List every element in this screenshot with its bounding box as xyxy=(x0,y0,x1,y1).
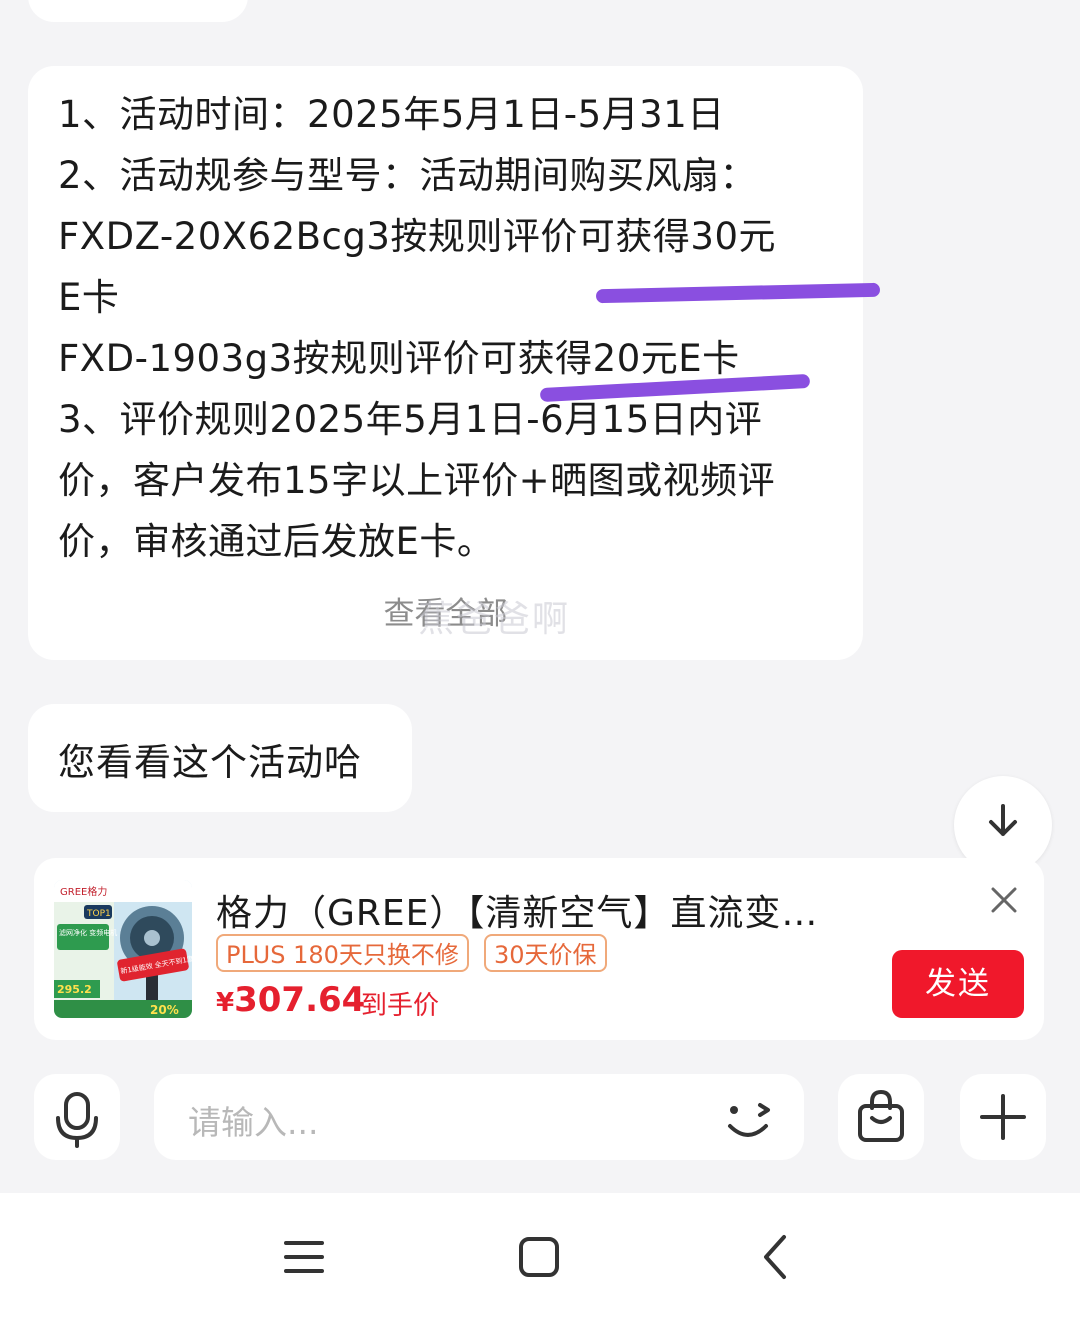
home-square-icon xyxy=(519,1237,559,1277)
plus-icon xyxy=(980,1094,1026,1140)
plus-guarantee-tag: PLUS 180天只换不修 xyxy=(216,934,469,972)
price-label: 到手价 xyxy=(361,991,440,1021)
voice-input-button[interactable] xyxy=(34,1074,120,1160)
thumb-percent: 20% xyxy=(150,1003,179,1017)
send-button[interactable]: 发送 xyxy=(892,950,1024,1018)
message-line: 3、评价规则2025年5月1日-6月15日内评 xyxy=(58,398,763,441)
product-thumbnail: GREE格力 TOP1 滤网净化 变频电机 新1级能效 全天不到1度电 295.… xyxy=(54,880,192,1018)
plus-button[interactable] xyxy=(960,1074,1046,1160)
emoji-button[interactable] xyxy=(720,1088,780,1148)
message-input[interactable]: 请输入... xyxy=(154,1074,804,1160)
system-nav-bar xyxy=(0,1193,1080,1324)
price-symbol: ¥ xyxy=(216,988,235,1018)
message-line: 价，审核通过后发放E卡。 xyxy=(58,520,495,563)
nav-home-button[interactable] xyxy=(510,1227,570,1287)
menu-icon xyxy=(284,1241,324,1273)
close-icon xyxy=(991,887,1017,913)
product-card[interactable]: GREE格力 TOP1 滤网净化 变频电机 新1级能效 全天不到1度电 295.… xyxy=(34,858,1044,1040)
nav-back-button[interactable] xyxy=(746,1227,806,1287)
nav-menu-button[interactable] xyxy=(274,1227,334,1287)
price-protect-tag: 30天价保 xyxy=(484,934,607,972)
watermark: 蕉爸爸啊 xyxy=(418,599,571,640)
activity-message-bubble: 1、活动时间：2025年5月1日-5月31日 2、活动规参与型号：活动期间购买风… xyxy=(28,66,863,660)
reply-message-bubble: 您看看这个活动哈 xyxy=(28,704,412,812)
thumb-brand: GREE格力 xyxy=(60,885,107,898)
back-chevron-icon xyxy=(764,1235,786,1279)
shopping-bag-icon xyxy=(858,1089,904,1142)
thumb-top-badge: TOP1 xyxy=(86,909,111,919)
close-button[interactable] xyxy=(986,882,1022,918)
reply-text: 您看看这个活动哈 xyxy=(58,741,362,784)
message-line: 2、活动规参与型号：活动期间购买风扇： xyxy=(58,154,758,197)
message-text: 1、活动时间：2025年5月1日-5月31日 2、活动规参与型号：活动期间购买风… xyxy=(58,84,848,572)
product-price: ¥307.64 xyxy=(216,980,365,1020)
product-title[interactable]: 格力（GREE）【清新空气】直流变… xyxy=(216,884,876,936)
message-line: 1、活动时间：2025年5月1日-5月31日 xyxy=(58,93,725,136)
price-value: 307.64 xyxy=(234,980,366,1020)
message-line: FXDZ-20X62Bcg3按规则评价可获得30元 xyxy=(58,215,777,258)
previous-message-bubble xyxy=(28,0,248,22)
microphone-icon xyxy=(56,1092,98,1148)
emoji-wink-icon xyxy=(728,1103,770,1137)
shopping-bag-button[interactable] xyxy=(838,1074,924,1160)
thumb-feature: 滤网净化 变频电机 xyxy=(59,928,117,937)
message-line: 价，客户发布15字以上评价+晒图或视频评 xyxy=(58,459,776,502)
input-placeholder: 请输入... xyxy=(188,1103,319,1142)
thumb-price: 295.2 xyxy=(57,983,92,996)
